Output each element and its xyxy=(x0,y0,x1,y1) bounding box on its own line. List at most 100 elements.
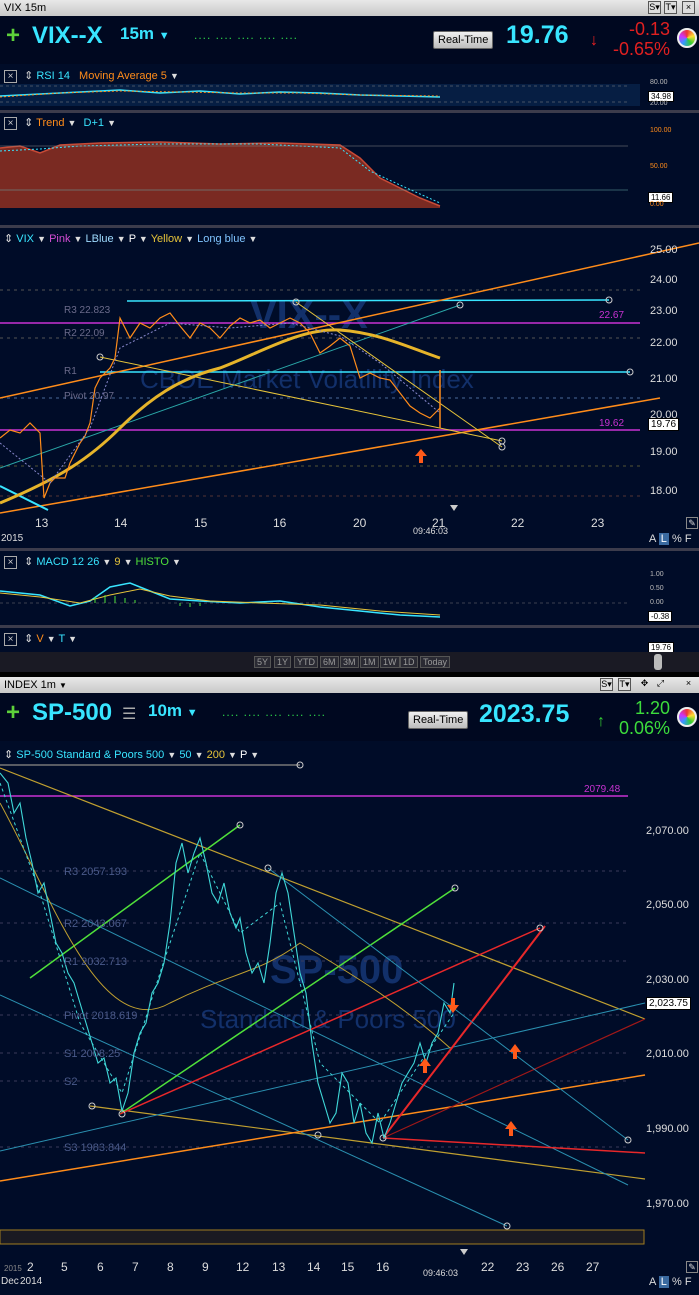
interval-selector[interactable]: 15m ▼ xyxy=(120,24,170,44)
symbol-field[interactable]: VIX--X xyxy=(32,22,103,50)
level-label-pink-top: 22.67 xyxy=(599,310,625,321)
percent-scale-button[interactable]: % xyxy=(672,1276,682,1288)
drawing-tools-dots[interactable]: .... .... .... .... .... xyxy=(222,705,326,719)
realtime-button[interactable]: Real-Time xyxy=(408,711,469,729)
pivot-r3: R3 2057.193 xyxy=(64,866,127,878)
macd-tick-0: 0.00 xyxy=(650,599,664,606)
spx-footer-buttons: A L % F xyxy=(649,1276,692,1288)
drawing-tools-dots[interactable]: .... .... .... .... .... xyxy=(194,28,298,42)
pivot-s3: S3 1983.844 xyxy=(64,1142,127,1154)
chevron-icon[interactable]: ⇕ xyxy=(24,633,33,645)
rsi-tick-bottom: 20.00 xyxy=(650,100,668,107)
close-icon[interactable]: × xyxy=(682,1,695,14)
spx-xticks-tick: 9 xyxy=(202,1260,209,1274)
vt-legend: × ⇕ V ▼ T ▼ xyxy=(4,632,77,646)
drawing-pen-icon[interactable]: ✎ xyxy=(686,1261,698,1273)
range-button-6m[interactable]: 6M xyxy=(320,656,339,668)
last-price: 19.76 xyxy=(506,21,569,49)
interval-label: 10m xyxy=(148,701,183,720)
scroll-handle[interactable] xyxy=(654,654,662,670)
vix-footer-buttons: A L % F xyxy=(649,533,692,545)
time-label: 09:46:03 xyxy=(413,526,449,536)
spx-main-panel: ⇕ SP-500 Standard & Poors 500 ▼ 50 ▼ 200… xyxy=(0,743,699,1295)
range-button-5y[interactable]: 5Y xyxy=(254,656,272,668)
range-button-1y[interactable]: 1Y xyxy=(274,656,292,668)
spx-xticks-tick: 6 xyxy=(97,1260,104,1274)
add-icon[interactable]: + xyxy=(6,24,20,48)
fit-button[interactable]: F xyxy=(685,1276,692,1288)
spx-xticks-tick: 7 xyxy=(132,1260,139,1274)
spx-header: + SP-500 ☰ 10m ▼ .... .... .... .... ...… xyxy=(0,693,699,741)
interval-selector[interactable]: 10m ▼ xyxy=(148,701,198,721)
percent-scale-button[interactable]: % xyxy=(672,533,682,545)
range-button-1w[interactable]: 1W xyxy=(380,656,400,668)
trend-tick-0: 0.00 xyxy=(650,201,664,208)
chevron-down-icon: ▼ xyxy=(186,707,198,719)
spx-yticks-tick: 2,030.00 xyxy=(646,974,689,986)
vix-yticks-tick: 22.00 xyxy=(650,337,678,349)
t-label[interactable]: T xyxy=(59,633,66,645)
change-value: -0.13 xyxy=(628,19,670,39)
expand-icon[interactable]: ⤢ xyxy=(654,678,667,691)
vix-yticks-tick: 19.00 xyxy=(650,446,678,458)
vix-xticks-tick: 14 xyxy=(114,516,128,530)
spx-xticks-tick: 2 xyxy=(27,1260,34,1274)
price-change: 1.20 0.06% xyxy=(598,698,670,738)
drawing-pen-icon[interactable]: ✎ xyxy=(686,517,698,529)
vix-yticks-tick: 18.00 xyxy=(650,485,678,497)
spx-xticks-tick: 26 xyxy=(551,1260,565,1274)
log-scale-button[interactable]: L xyxy=(658,533,669,545)
vix-yticks-tick: 23.00 xyxy=(650,305,678,317)
macd-tick-05: 0.50 xyxy=(650,585,664,592)
pivot-r2: R2 22.09 xyxy=(64,328,105,339)
spx-xticks-tick: 14 xyxy=(307,1260,321,1274)
year2-label: 2015 xyxy=(4,1264,22,1273)
range-bar: 5Y 1Y YTD 6M 3M 1M 1W 1D Today xyxy=(0,652,699,672)
vix-yticks-tick: 25.00 xyxy=(650,244,678,256)
settings-icon[interactable]: S▾ xyxy=(648,1,661,14)
chevron-down-icon[interactable]: ▼ xyxy=(59,681,67,690)
log-scale-button[interactable]: L xyxy=(658,1276,669,1288)
move-icon[interactable]: ✥ xyxy=(638,678,651,691)
year-label: 2014 xyxy=(20,1276,43,1287)
close-panel-icon[interactable]: × xyxy=(4,632,17,646)
color-palette-icon[interactable] xyxy=(677,707,697,727)
rsi-panel: × ⇕ RSI 14 Moving Average 5 ▼ 80.00 34.9… xyxy=(0,66,699,110)
v-label[interactable]: V xyxy=(36,633,43,645)
range-button-today[interactable]: Today xyxy=(420,656,451,668)
vix-xticks-tick: 16 xyxy=(273,516,287,530)
pivot-s2: S2 xyxy=(64,1076,78,1088)
macd-panel: × ⇕ MACD 12 26 ▼ 9 ▼ HISTO ▼ 1.00 0.50 0… xyxy=(0,551,699,625)
range-button-1d[interactable]: 1D xyxy=(400,656,418,668)
pivot-s1: S1 2008.25 xyxy=(64,1048,121,1060)
realtime-button[interactable]: Real-Time xyxy=(433,31,494,49)
trend-plot xyxy=(0,141,628,208)
auto-scale-button[interactable]: A xyxy=(649,533,656,545)
spx-xticks-tick: 27 xyxy=(586,1260,600,1274)
add-icon[interactable]: + xyxy=(6,701,20,725)
color-palette-icon[interactable] xyxy=(677,28,697,48)
current-price-tag: 19.76 xyxy=(648,418,680,431)
pivot-r1: R1 2032.713 xyxy=(64,956,127,968)
symbol-field[interactable]: SP-500 xyxy=(32,699,112,727)
settings-icon[interactable]: S▾ xyxy=(600,678,613,691)
range-button-3m[interactable]: 3M xyxy=(340,656,359,668)
trend-tick-100: 100.00 xyxy=(650,127,672,134)
up-arrow-icon xyxy=(415,449,427,463)
range-button-1m[interactable]: 1M xyxy=(360,656,379,668)
range-button-ytd[interactable]: YTD xyxy=(294,656,318,668)
template-icon[interactable]: T▾ xyxy=(618,678,631,691)
spx-xticks-tick: 12 xyxy=(236,1260,250,1274)
spx-xticks-tick: 22 xyxy=(481,1260,495,1274)
fit-button[interactable]: F xyxy=(685,533,692,545)
spx-yticks-tick: 2,050.00 xyxy=(646,899,689,911)
rsi-plot xyxy=(0,84,640,106)
spx-yticks-tick: 1,970.00 xyxy=(646,1198,689,1210)
spx-xticks-tick: 16 xyxy=(376,1260,390,1274)
close-icon[interactable]: × xyxy=(682,678,695,691)
vix-chart-window: VIX 15m S▾ T▾ × + VIX--X 15m ▼ .... ....… xyxy=(0,0,699,672)
auto-scale-button[interactable]: A xyxy=(649,1276,656,1288)
template-icon[interactable]: T▾ xyxy=(664,1,677,14)
list-icon[interactable]: ☰ xyxy=(122,704,136,724)
spx-window-title: INDEX 1m xyxy=(4,679,56,691)
